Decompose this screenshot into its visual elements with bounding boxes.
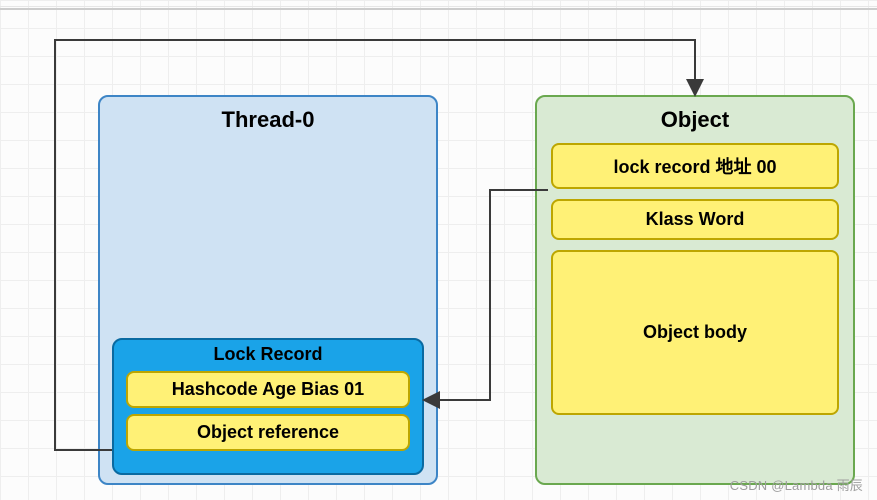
- lock-record-box: Lock Record Hashcode Age Bias 01 Object …: [112, 338, 424, 475]
- lock-record-object-reference: Object reference: [126, 414, 410, 451]
- object-body: Object body: [551, 250, 839, 415]
- thread-title: Thread-0: [100, 97, 436, 133]
- lock-record-title: Lock Record: [114, 340, 422, 367]
- top-hairline: [0, 8, 877, 10]
- watermark-text: CSDN @Lambda 雨辰: [730, 475, 863, 494]
- object-title: Object: [537, 97, 853, 133]
- object-klass-word: Klass Word: [551, 199, 839, 240]
- top-hairline-light: [0, 6, 877, 7]
- object-box: Object lock record 地址 00 Klass Word Obje…: [535, 95, 855, 485]
- object-mark-word: lock record 地址 00: [551, 143, 839, 189]
- lock-record-hashcode: Hashcode Age Bias 01: [126, 371, 410, 408]
